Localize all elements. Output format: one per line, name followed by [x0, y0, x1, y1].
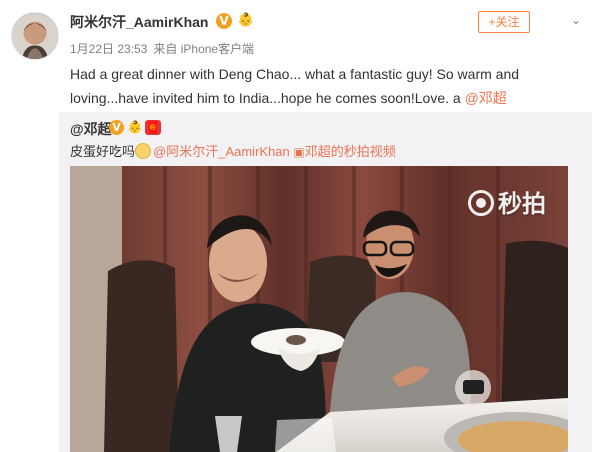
- original-verified-icon: V: [109, 120, 124, 135]
- red-envelope-icon: 🧧: [145, 120, 161, 135]
- post-source: 来自 iPhone客户端: [153, 42, 255, 56]
- miaopai-logo-icon: [468, 190, 494, 216]
- original-text: 皮蛋好吃吗 @阿米尔汗_AamirKhan ▣邓超的秒拍视频: [70, 141, 396, 160]
- user-avatar[interactable]: [11, 12, 59, 60]
- verified-icon: V: [216, 13, 232, 29]
- post-text: Had a great dinner with Deng Chao... wha…: [70, 62, 575, 110]
- post-body-text: Had a great dinner with Deng Chao... wha…: [70, 66, 520, 106]
- avatar-image: [12, 13, 58, 59]
- mention-link[interactable]: @邓超: [465, 90, 507, 106]
- video-link-icon: ▣: [293, 145, 305, 159]
- video-player[interactable]: 秒拍: [70, 166, 568, 452]
- video-watermark: 秒拍: [468, 184, 546, 219]
- post-date[interactable]: 1月22日 23:53: [70, 42, 147, 56]
- original-username[interactable]: @邓超: [70, 119, 112, 139]
- follow-button[interactable]: +关注: [478, 11, 530, 33]
- chevron-down-icon[interactable]: ⌄: [569, 13, 583, 27]
- video-link[interactable]: 邓超的秒拍视频: [305, 144, 396, 159]
- post-meta: 1月22日 23:53 来自 iPhone客户端: [70, 40, 254, 57]
- original-member-icon: 👶: [127, 120, 143, 134]
- original-body-text: 皮蛋好吃吗: [70, 144, 136, 159]
- original-mention-link[interactable]: @阿米尔汗_AamirKhan: [153, 144, 290, 159]
- post-username[interactable]: 阿米尔汗_AamirKhan: [70, 12, 208, 32]
- smile-emoji-icon: [135, 143, 152, 159]
- member-level-icon: 👶: [237, 13, 255, 29]
